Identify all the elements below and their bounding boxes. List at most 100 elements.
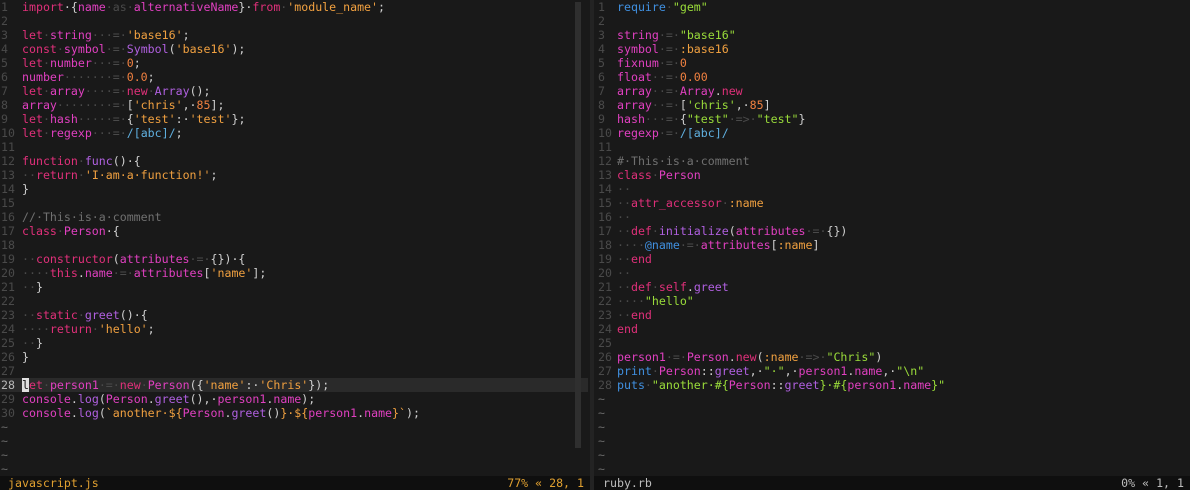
code-token: · [42, 112, 50, 126]
code-line[interactable]: 22 ····"hello" [597, 294, 1190, 308]
code-line[interactable]: 29 console.log(Person.greet(),·person1.na… [0, 392, 588, 406]
code-token: ; [210, 168, 218, 182]
line-code: ····@name·=·attributes[:name] [617, 238, 819, 252]
line-code: ····"hello" [617, 294, 694, 308]
code-line[interactable]: 30 console.log(`another·${Person.greet()}… [0, 406, 588, 420]
code-line[interactable]: 8 array········=·['chris',·85]; [0, 98, 588, 112]
code-line[interactable]: 20 ·· [597, 266, 1190, 280]
code-line[interactable]: 27 [0, 364, 588, 378]
code-line[interactable]: 2 [0, 14, 588, 28]
code-line[interactable]: 7 array··=·Array.new [597, 84, 1190, 98]
code-line[interactable]: 21 ··def·self.greet [597, 280, 1190, 294]
code-line[interactable]: 9 let·hash·····=·{'test':·'test'}; [0, 112, 588, 126]
code-token: }` [392, 406, 406, 420]
code-line[interactable]: 25 [597, 336, 1190, 350]
code-line[interactable]: 10 let·regexp···=·/[abc]/; [0, 126, 588, 140]
code-line[interactable]: 22 [0, 294, 588, 308]
code-line[interactable]: 15 ··attr_accessor·:name [597, 196, 1190, 210]
code-line[interactable]: 12 #·This·is·a·comment [597, 154, 1190, 168]
code-token: }); [308, 378, 330, 392]
code-line[interactable]: 13 ··return·'I·am·a·function!'; [0, 168, 588, 182]
code-token: 'name' [203, 378, 246, 392]
code-line[interactable]: 18 [0, 238, 588, 252]
line-code: regexp·=·/[abc]/ [617, 126, 729, 140]
vertical-split-divider[interactable] [590, 0, 594, 476]
code-line[interactable]: 26} [0, 350, 588, 364]
empty-buffer-line: ~ [597, 448, 1190, 462]
code-line[interactable]: 28 puts·"another·#{Person::greet}·#{perso… [597, 378, 1190, 392]
code-token: ··=· [651, 70, 680, 84]
code-token: "test" [686, 112, 729, 126]
code-line[interactable]: 4 symbol·=·:base16 [597, 42, 1190, 56]
right-code-lines[interactable]: 1 require·"gem" 2 3 string·=·"base16" 4 symbol… [597, 0, 1190, 476]
code-token: ·=· [112, 266, 134, 280]
code-line[interactable]: 27 print·Person::greet,·"·",·person1.name… [597, 364, 1190, 378]
line-number: 6 [1, 70, 8, 84]
line-number: 27 [1, 364, 15, 378]
code-line[interactable]: 1 require·"gem" [597, 0, 1190, 14]
empty-buffer-line: ~ [0, 462, 588, 476]
code-line[interactable]: 25 ··} [0, 336, 588, 350]
code-line[interactable]: 23 ··end [597, 308, 1190, 322]
code-token: { [679, 112, 687, 126]
left-editor-pane[interactable]: 1 import·{name·as·alternativeName}·from·'… [0, 0, 588, 476]
code-token: ···=· [91, 126, 127, 140]
code-token: . [70, 406, 78, 420]
code-line[interactable]: 15 [0, 196, 588, 210]
code-token: /[abc]/ [126, 126, 176, 140]
code-line[interactable]: 3 let·string···=·'base16'; [0, 28, 588, 42]
code-line[interactable]: 17 ··def·initialize(attributes·=·{}) [597, 224, 1190, 238]
code-line[interactable]: 21 ··} [0, 280, 588, 294]
code-token: 'Chris' [259, 378, 309, 392]
code-line[interactable]: 24 end [597, 322, 1190, 336]
line-code: #·This·is·a·comment [617, 154, 750, 168]
code-line[interactable]: 26 person1·=·Person.new(:name·=>·"Chris") [597, 350, 1190, 364]
code-line[interactable]: 24 ····return·'hello'; [0, 322, 588, 336]
line-number: 24 [1, 322, 15, 336]
code-token: Person [658, 364, 701, 378]
code-line[interactable]: 9 hash···=·{"test"·=>·"test"} [597, 112, 1190, 126]
code-line[interactable]: 13 class·Person [597, 168, 1190, 182]
code-line[interactable]: 12 function·func()·{ [0, 154, 588, 168]
code-line[interactable]: 19 ··end [597, 252, 1190, 266]
code-line[interactable]: 14 ·· [597, 182, 1190, 196]
line-code: ··def·initialize(attributes·=·{}) [617, 224, 847, 238]
code-token: · [651, 364, 659, 378]
code-line[interactable]: 28 let·person1·=·new·Person({'name':·'Chr… [0, 378, 588, 392]
code-line[interactable]: 6 number·······=·0.0; [0, 70, 588, 84]
tilde-marker: ~ [1, 462, 8, 476]
code-line[interactable]: 10 regexp·=·/[abc]/ [597, 126, 1190, 140]
code-line[interactable]: 1 import·{name·as·alternativeName}·from·'… [0, 0, 588, 14]
code-token: array [617, 84, 652, 98]
line-number: 28 [1, 378, 15, 392]
code-line[interactable]: 20 ····this.name·=·attributes['name']; [0, 266, 588, 280]
code-token: · [644, 378, 652, 392]
code-line[interactable]: 8 array··=·['chris',·85] [597, 98, 1190, 112]
code-token: attributes [700, 238, 771, 252]
code-line[interactable]: 6 float··=·0.00 [597, 70, 1190, 84]
code-line[interactable]: 5 let·number···=·0; [0, 56, 588, 70]
code-line[interactable]: 7 let·array····=·new·Array(); [0, 84, 588, 98]
code-token: //·This·is·a·comment [22, 210, 162, 224]
code-line[interactable]: 4 const·symbol·=·Symbol('base16'); [0, 42, 588, 56]
code-token: ,· [749, 364, 764, 378]
code-line[interactable]: 18 ····@name·=·attributes[:name] [597, 238, 1190, 252]
code-line[interactable]: 16 ·· [597, 210, 1190, 224]
right-editor-pane[interactable]: 1 require·"gem" 2 3 string·=·"base16" 4 symbol… [597, 0, 1190, 476]
line-code: class·Person [617, 168, 701, 182]
line-code: function·func()·{ [22, 154, 141, 168]
code-line[interactable]: 23 ··static·greet()·{ [0, 308, 588, 322]
left-pane-scrollbar[interactable] [575, 2, 581, 448]
code-token: 'base16' [126, 28, 183, 42]
code-line[interactable]: 11 [0, 140, 588, 154]
code-token: static [35, 308, 78, 322]
code-line[interactable]: 14} [0, 182, 588, 196]
code-line[interactable]: 5 fixnum·=·0 [597, 56, 1190, 70]
code-line[interactable]: 16 //·This·is·a·comment [0, 210, 588, 224]
left-code-lines[interactable]: 1 import·{name·as·alternativeName}·from·'… [0, 0, 588, 476]
code-line[interactable]: 17 class·Person·{ [0, 224, 588, 238]
code-line[interactable]: 19 ··constructor(attributes·=·{})·{ [0, 252, 588, 266]
code-line[interactable]: 3 string·=·"base16" [597, 28, 1190, 42]
code-line[interactable]: 11 [597, 140, 1190, 154]
code-line[interactable]: 2 [597, 14, 1190, 28]
